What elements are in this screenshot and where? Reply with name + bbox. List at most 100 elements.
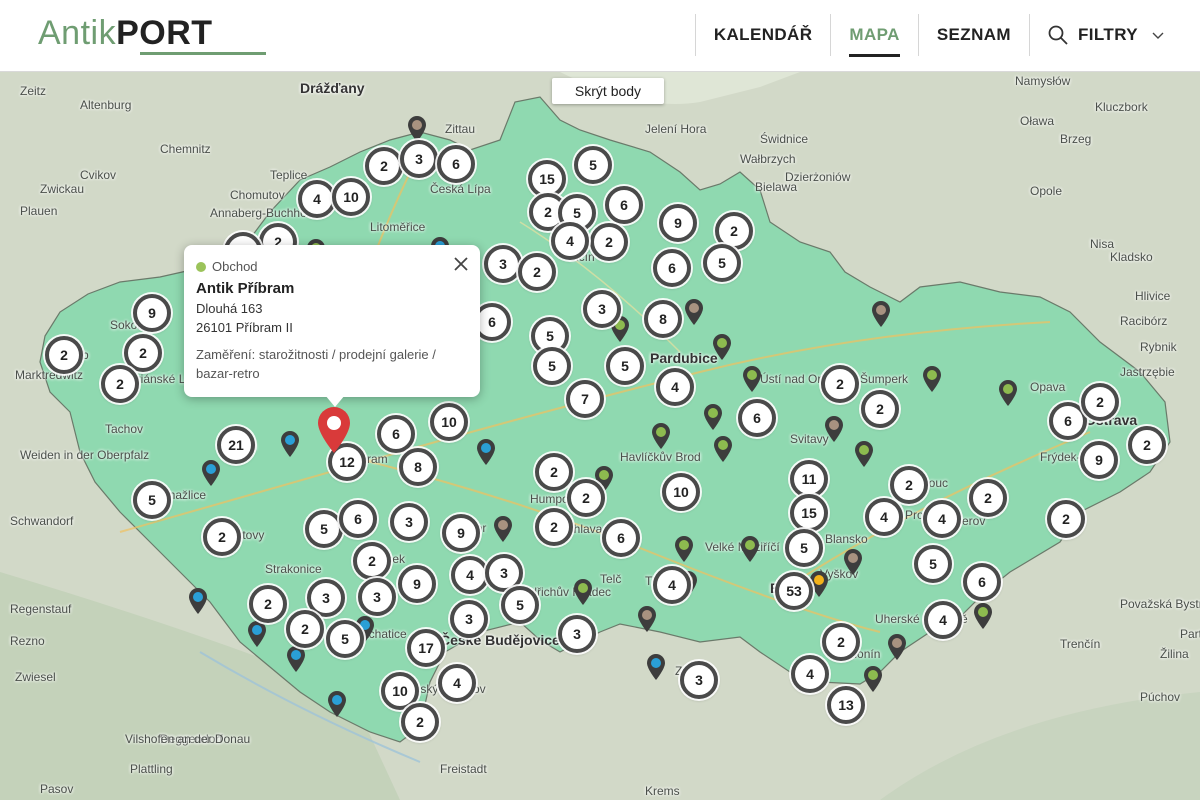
nav-kalendar[interactable]: KALENDÁŘ <box>694 14 831 56</box>
location-pin[interactable] <box>327 690 347 718</box>
location-pin[interactable] <box>651 422 671 450</box>
map-cluster[interactable]: 5 <box>574 146 612 184</box>
selected-location-marker[interactable] <box>316 406 352 454</box>
logo[interactable]: AntikPORT <box>38 14 266 58</box>
map-cluster[interactable]: 6 <box>653 249 691 287</box>
map-cluster[interactable]: 4 <box>656 368 694 406</box>
map-cluster[interactable]: 4 <box>551 222 589 260</box>
map-cluster[interactable]: 9 <box>442 514 480 552</box>
map-cluster[interactable]: 2 <box>567 479 605 517</box>
map-cluster[interactable]: 2 <box>249 585 287 623</box>
map-cluster[interactable]: 10 <box>430 403 468 441</box>
location-pin[interactable] <box>922 365 942 393</box>
map-cluster[interactable]: 6 <box>437 145 475 183</box>
map-cluster[interactable]: 53 <box>775 572 813 610</box>
map-cluster[interactable]: 5 <box>703 244 741 282</box>
map-cluster[interactable]: 6 <box>339 500 377 538</box>
map-cluster[interactable]: 6 <box>738 399 776 437</box>
location-pin[interactable] <box>863 665 883 693</box>
location-pin[interactable] <box>740 535 760 563</box>
location-pin[interactable] <box>713 435 733 463</box>
location-pin[interactable] <box>407 115 427 143</box>
map-cluster[interactable]: 4 <box>451 556 489 594</box>
map-cluster[interactable]: 5 <box>533 347 571 385</box>
location-pin[interactable] <box>493 515 513 543</box>
map-cluster[interactable]: 3 <box>583 290 621 328</box>
map-cluster[interactable]: 5 <box>326 620 364 658</box>
map-cluster[interactable]: 2 <box>1047 500 1085 538</box>
map-cluster[interactable]: 2 <box>822 623 860 661</box>
location-pin[interactable] <box>637 605 657 633</box>
map-cluster[interactable]: 17 <box>407 629 445 667</box>
map-cluster[interactable]: 3 <box>390 503 428 541</box>
map-cluster[interactable]: 4 <box>653 566 691 604</box>
map-cluster[interactable]: 3 <box>484 245 522 283</box>
map-cluster[interactable]: 2 <box>969 479 1007 517</box>
map-cluster[interactable]: 11 <box>790 460 828 498</box>
map-cluster[interactable]: 2 <box>590 223 628 261</box>
map-cluster[interactable]: 3 <box>558 615 596 653</box>
map-cluster[interactable]: 9 <box>133 294 171 332</box>
location-pin[interactable] <box>973 602 993 630</box>
location-pin[interactable] <box>286 645 306 673</box>
map-cluster[interactable]: 15 <box>790 494 828 532</box>
map-cluster[interactable]: 2 <box>203 518 241 556</box>
map-cluster[interactable]: 5 <box>133 481 171 519</box>
map-cluster[interactable]: 3 <box>400 140 438 178</box>
map-cluster[interactable]: 2 <box>821 365 859 403</box>
map-cluster[interactable]: 2 <box>45 336 83 374</box>
map-cluster[interactable]: 2 <box>353 542 391 580</box>
location-pin[interactable] <box>742 365 762 393</box>
map-cluster[interactable]: 8 <box>644 300 682 338</box>
map-cluster[interactable]: 6 <box>602 519 640 557</box>
map-cluster[interactable]: 10 <box>332 178 370 216</box>
map-cluster[interactable]: 2 <box>861 390 899 428</box>
map-cluster[interactable]: 4 <box>924 601 962 639</box>
map-cluster[interactable]: 6 <box>963 563 1001 601</box>
location-pin[interactable] <box>854 440 874 468</box>
location-pin[interactable] <box>887 633 907 661</box>
map-cluster[interactable]: 3 <box>358 578 396 616</box>
map-cluster[interactable]: 6 <box>605 186 643 224</box>
map-cluster[interactable]: 2 <box>535 508 573 546</box>
map-cluster[interactable]: 2 <box>1128 426 1166 464</box>
location-pin[interactable] <box>824 415 844 443</box>
map-cluster[interactable]: 4 <box>791 655 829 693</box>
location-pin[interactable] <box>674 535 694 563</box>
map-cluster[interactable]: 8 <box>399 448 437 486</box>
nav-seznam[interactable]: SEZNAM <box>917 14 1029 56</box>
map-cluster[interactable]: 9 <box>1080 441 1118 479</box>
location-pin[interactable] <box>684 298 704 326</box>
map-cluster[interactable]: 5 <box>606 347 644 385</box>
map-cluster[interactable]: 4 <box>923 500 961 538</box>
location-pin[interactable] <box>998 379 1018 407</box>
map-cluster[interactable]: 2 <box>124 334 162 372</box>
map-cluster[interactable]: 2 <box>401 703 439 741</box>
filter-button[interactable]: FILTRY <box>1029 14 1182 56</box>
map-cluster[interactable]: 4 <box>865 498 903 536</box>
map-cluster[interactable]: 6 <box>377 415 415 453</box>
location-pin[interactable] <box>280 430 300 458</box>
map-cluster[interactable]: 9 <box>659 204 697 242</box>
map-cluster[interactable]: 4 <box>438 664 476 702</box>
map-cluster[interactable]: 9 <box>398 565 436 603</box>
map-cluster[interactable]: 2 <box>365 147 403 185</box>
map-cluster[interactable]: 7 <box>566 380 604 418</box>
location-pin[interactable] <box>476 438 496 466</box>
location-pin[interactable] <box>712 333 732 361</box>
map-cluster[interactable]: 2 <box>535 453 573 491</box>
map-cluster[interactable]: 4 <box>298 180 336 218</box>
nav-mapa[interactable]: MAPA <box>830 14 917 57</box>
map-cluster[interactable]: 3 <box>680 661 718 699</box>
location-pin[interactable] <box>871 300 891 328</box>
location-pin[interactable] <box>188 587 208 615</box>
location-pin[interactable] <box>201 459 221 487</box>
map-cluster[interactable]: 5 <box>785 529 823 567</box>
map-cluster[interactable]: 3 <box>450 600 488 638</box>
map-cluster[interactable]: 2 <box>286 610 324 648</box>
location-pin[interactable] <box>247 620 267 648</box>
location-pin[interactable] <box>703 403 723 431</box>
location-pin[interactable] <box>573 578 593 606</box>
location-pin[interactable] <box>843 548 863 576</box>
map[interactable]: Skrýt body Drážďany Zittau Jelení Hora Wałb… <box>0 72 1200 800</box>
